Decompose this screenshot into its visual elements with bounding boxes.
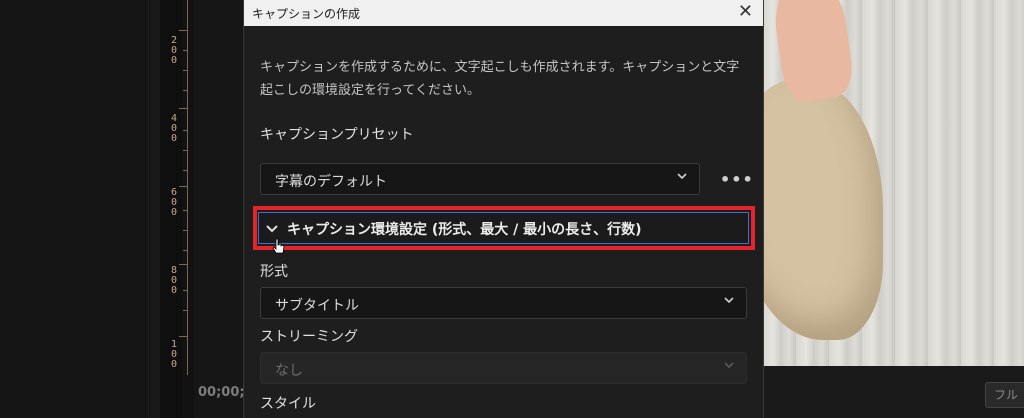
dialog-title: キャプションの作成 — [252, 7, 361, 21]
ruler-tick — [179, 108, 188, 109]
format-value: サブタイトル — [275, 298, 359, 314]
streaming-label: ストリーミング — [260, 329, 358, 345]
ruler-tick — [183, 130, 188, 131]
chevron-down-icon — [677, 173, 687, 180]
full-button[interactable]: フル — [985, 382, 1024, 408]
timecode-display[interactable]: 00;00; — [198, 385, 245, 400]
ruler-tick — [183, 230, 188, 231]
preset-select[interactable]: 字幕のデフォルト — [260, 163, 700, 195]
streaming-select[interactable]: なし — [260, 352, 747, 384]
ruler-tick — [183, 170, 188, 171]
ruler-tick — [179, 186, 188, 187]
close-icon[interactable]: ✕ — [738, 1, 753, 23]
left-panel — [0, 0, 149, 418]
chevron-down-icon — [724, 297, 734, 304]
ruler-tick — [183, 310, 188, 311]
preset-value: 字幕のデフォルト — [275, 174, 387, 190]
vertical-ruler: 200 400 600 800 100 — [165, 0, 193, 375]
panel-divider[interactable] — [150, 0, 160, 418]
ruler-label: 100 — [170, 339, 178, 370]
dialog-title-bar[interactable]: キャプションの作成 ✕ — [244, 0, 763, 26]
highlight-box — [253, 206, 755, 250]
format-select[interactable]: サブタイトル — [260, 287, 747, 319]
ruler-tick — [183, 250, 188, 251]
ruler-tick — [179, 264, 188, 265]
ruler-label: 600 — [170, 187, 178, 218]
ruler-label: 800 — [170, 265, 178, 296]
panel-gutter — [194, 0, 242, 418]
ruler-tick — [183, 90, 188, 91]
ruler-label: 400 — [170, 113, 178, 144]
mouse-cursor-icon — [272, 238, 285, 254]
style-label: スタイル — [260, 396, 316, 412]
ruler-line — [187, 0, 188, 375]
dialog-description: キャプションを作成するために、文字起こしも作成されます。キャプションと文字起こし… — [260, 60, 740, 98]
ruler-tick — [183, 290, 188, 291]
chevron-down-icon — [724, 362, 734, 369]
more-icon[interactable]: ••• — [720, 170, 754, 189]
preset-label: キャプションプリセット — [260, 127, 414, 143]
ruler-label: 200 — [170, 35, 178, 66]
ruler-tick — [179, 30, 188, 31]
format-label: 形式 — [260, 264, 288, 280]
ruler-tick — [183, 210, 188, 211]
video-preview — [763, 0, 1024, 366]
ruler-tick — [183, 70, 188, 71]
ruler-tick — [179, 336, 188, 337]
streaming-value: なし — [275, 363, 303, 379]
ruler-tick — [183, 50, 188, 51]
ruler-tick — [183, 150, 188, 151]
